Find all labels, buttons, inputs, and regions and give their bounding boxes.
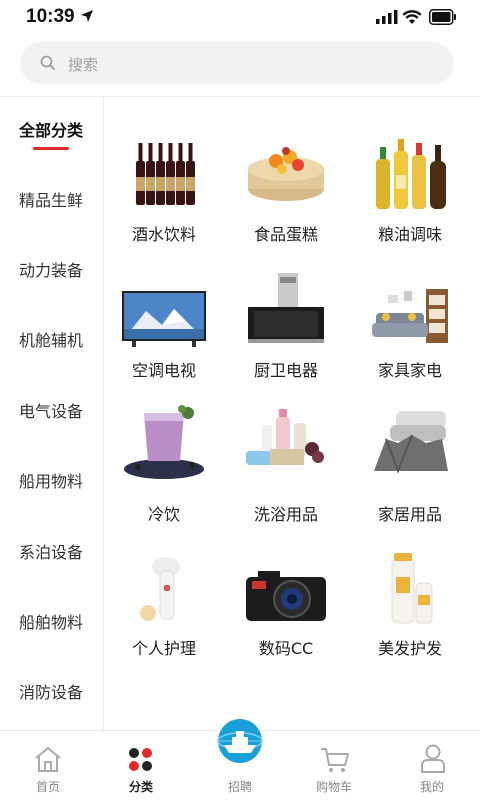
category-sidebar: 全部分类 精品生鲜 动力装备 机舱辅机 电气设备 船用物料 系泊设备 船舶物料 … [0,97,104,730]
ship-globe-icon [215,716,265,766]
status-time: 10:39 [26,6,75,27]
sidebar-item-all[interactable]: 全部分类 [0,111,104,151]
smoothie-icon [124,405,204,479]
category-label: 食品蛋糕 [253,225,318,244]
category-label: 家居用品 [377,505,442,524]
category-grid: 酒水饮料 食品蛋糕 粮油调味 空调电视 厨卫电器 家具家电 冷饮 洗浴用品 家居… [104,97,480,707]
active-indicator [33,147,69,150]
category-label: 家具家电 [377,361,442,380]
category-label: 厨卫电器 [253,361,318,380]
category-item-kitchen[interactable]: 厨卫电器 [226,265,346,395]
shampoo-icon [391,553,433,624]
location-arrow-icon [81,10,93,22]
category-item-cold-drinks[interactable]: 冷饮 [104,395,224,525]
tab-category[interactable]: 分类 [93,731,189,800]
category-item-wine[interactable]: 酒水饮料 [104,125,224,255]
oil-bottles-icon [376,139,446,209]
status-bar: 10:39 [0,0,480,36]
category-item-furniture[interactable]: 家具家电 [350,265,470,395]
tab-label: 首页 [35,780,60,794]
category-label: 酒水饮料 [131,225,196,244]
sidebar-item-electrical[interactable]: 电气设备 [0,392,104,432]
sidebar-item-fresh[interactable]: 精品生鲜 [0,181,104,221]
search-placeholder: 搜索 [68,56,99,74]
user-icon [421,744,445,773]
category-item-household[interactable]: 家居用品 [350,395,470,525]
bottom-nav: 首页 分类 招聘 购物车 我的 [0,716,480,800]
tab-label: 我的 [419,780,444,794]
category-item-digital[interactable]: 数码CC [226,543,346,673]
sofa-icon [372,289,448,343]
sidebar-item-mooring[interactable]: 系泊设备 [0,533,104,573]
wifi-icon [402,10,422,24]
tab-label: 购物车 [315,780,352,794]
sidebar-item-fire[interactable]: 消防设备 [0,673,104,713]
category-label: 个人护理 [131,639,196,658]
cake-icon [248,147,324,201]
sidebar-item-engine-aux[interactable]: 机舱辅机 [0,321,104,361]
camera-icon [246,571,326,621]
category-item-personal-care[interactable]: 个人护理 [104,543,224,673]
range-hood-icon [248,273,324,343]
sidebar-item-ship-materials[interactable]: 船舶物料 [0,603,104,643]
tab-mine[interactable]: 我的 [384,731,480,800]
category-label: 冷饮 [147,505,180,524]
blanket-icon [374,411,448,474]
category-item-tv-ac[interactable]: 空调电视 [104,265,224,395]
wine-bottles-icon [136,143,195,205]
cart-icon [321,748,349,772]
face-brush-icon [140,557,180,621]
category-label: 洗浴用品 [253,505,318,524]
category-label: 数码CC [258,639,314,658]
tab-recruit[interactable]: 招聘 [192,716,288,800]
category-item-hair[interactable]: 美发护发 [350,543,470,673]
search-bar[interactable]: 搜索 [20,42,454,84]
category-icon [129,748,152,771]
category-item-bath[interactable]: 洗浴用品 [226,395,346,525]
sidebar-item-power[interactable]: 动力装备 [0,251,104,291]
tab-home[interactable]: 首页 [0,731,96,800]
category-label: 美发护发 [377,639,442,658]
tab-label: 招聘 [227,780,252,794]
category-item-grain-oil[interactable]: 粮油调味 [350,125,470,255]
tab-label: 分类 [128,780,153,794]
home-icon [35,747,61,772]
category-label: 粮油调味 [377,225,442,244]
tab-cart[interactable]: 购物车 [286,731,382,800]
bath-products-icon [246,409,324,465]
category-item-cake[interactable]: 食品蛋糕 [226,125,346,255]
sidebar-item-ship-supplies[interactable]: 船用物料 [0,462,104,502]
search-icon [40,55,55,70]
signal-icon [376,10,398,24]
battery-icon [429,9,456,25]
tv-icon [122,291,206,347]
category-label: 空调电视 [131,361,196,380]
